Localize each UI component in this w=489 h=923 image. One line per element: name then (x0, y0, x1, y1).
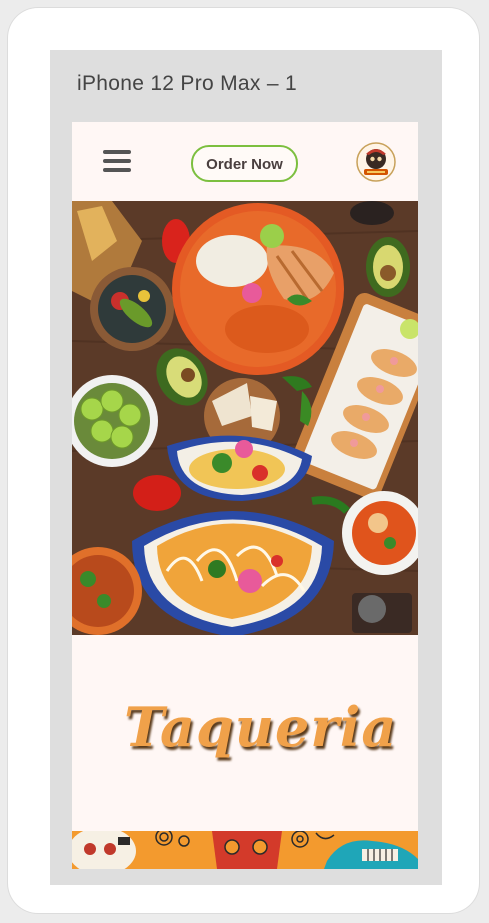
brand-title: Taqueria (124, 695, 398, 759)
hero-food-image (72, 201, 418, 635)
device-frame: iPhone 12 Pro Max – 1 Order Now Taqueria (8, 8, 479, 913)
header-bar: Order Now (72, 122, 418, 198)
hamburger-menu-icon[interactable] (103, 150, 131, 172)
order-now-button[interactable]: Order Now (191, 145, 298, 182)
sugar-skull-pattern (72, 827, 418, 869)
artboard-frame: iPhone 12 Pro Max – 1 Order Now Taqueria (50, 50, 442, 885)
restaurant-logo-icon[interactable] (356, 142, 396, 182)
artboard-title: iPhone 12 Pro Max – 1 (77, 72, 297, 95)
mobile-screen: Order Now Taqueria (72, 122, 418, 869)
brand-section: Taqueria (72, 635, 418, 831)
